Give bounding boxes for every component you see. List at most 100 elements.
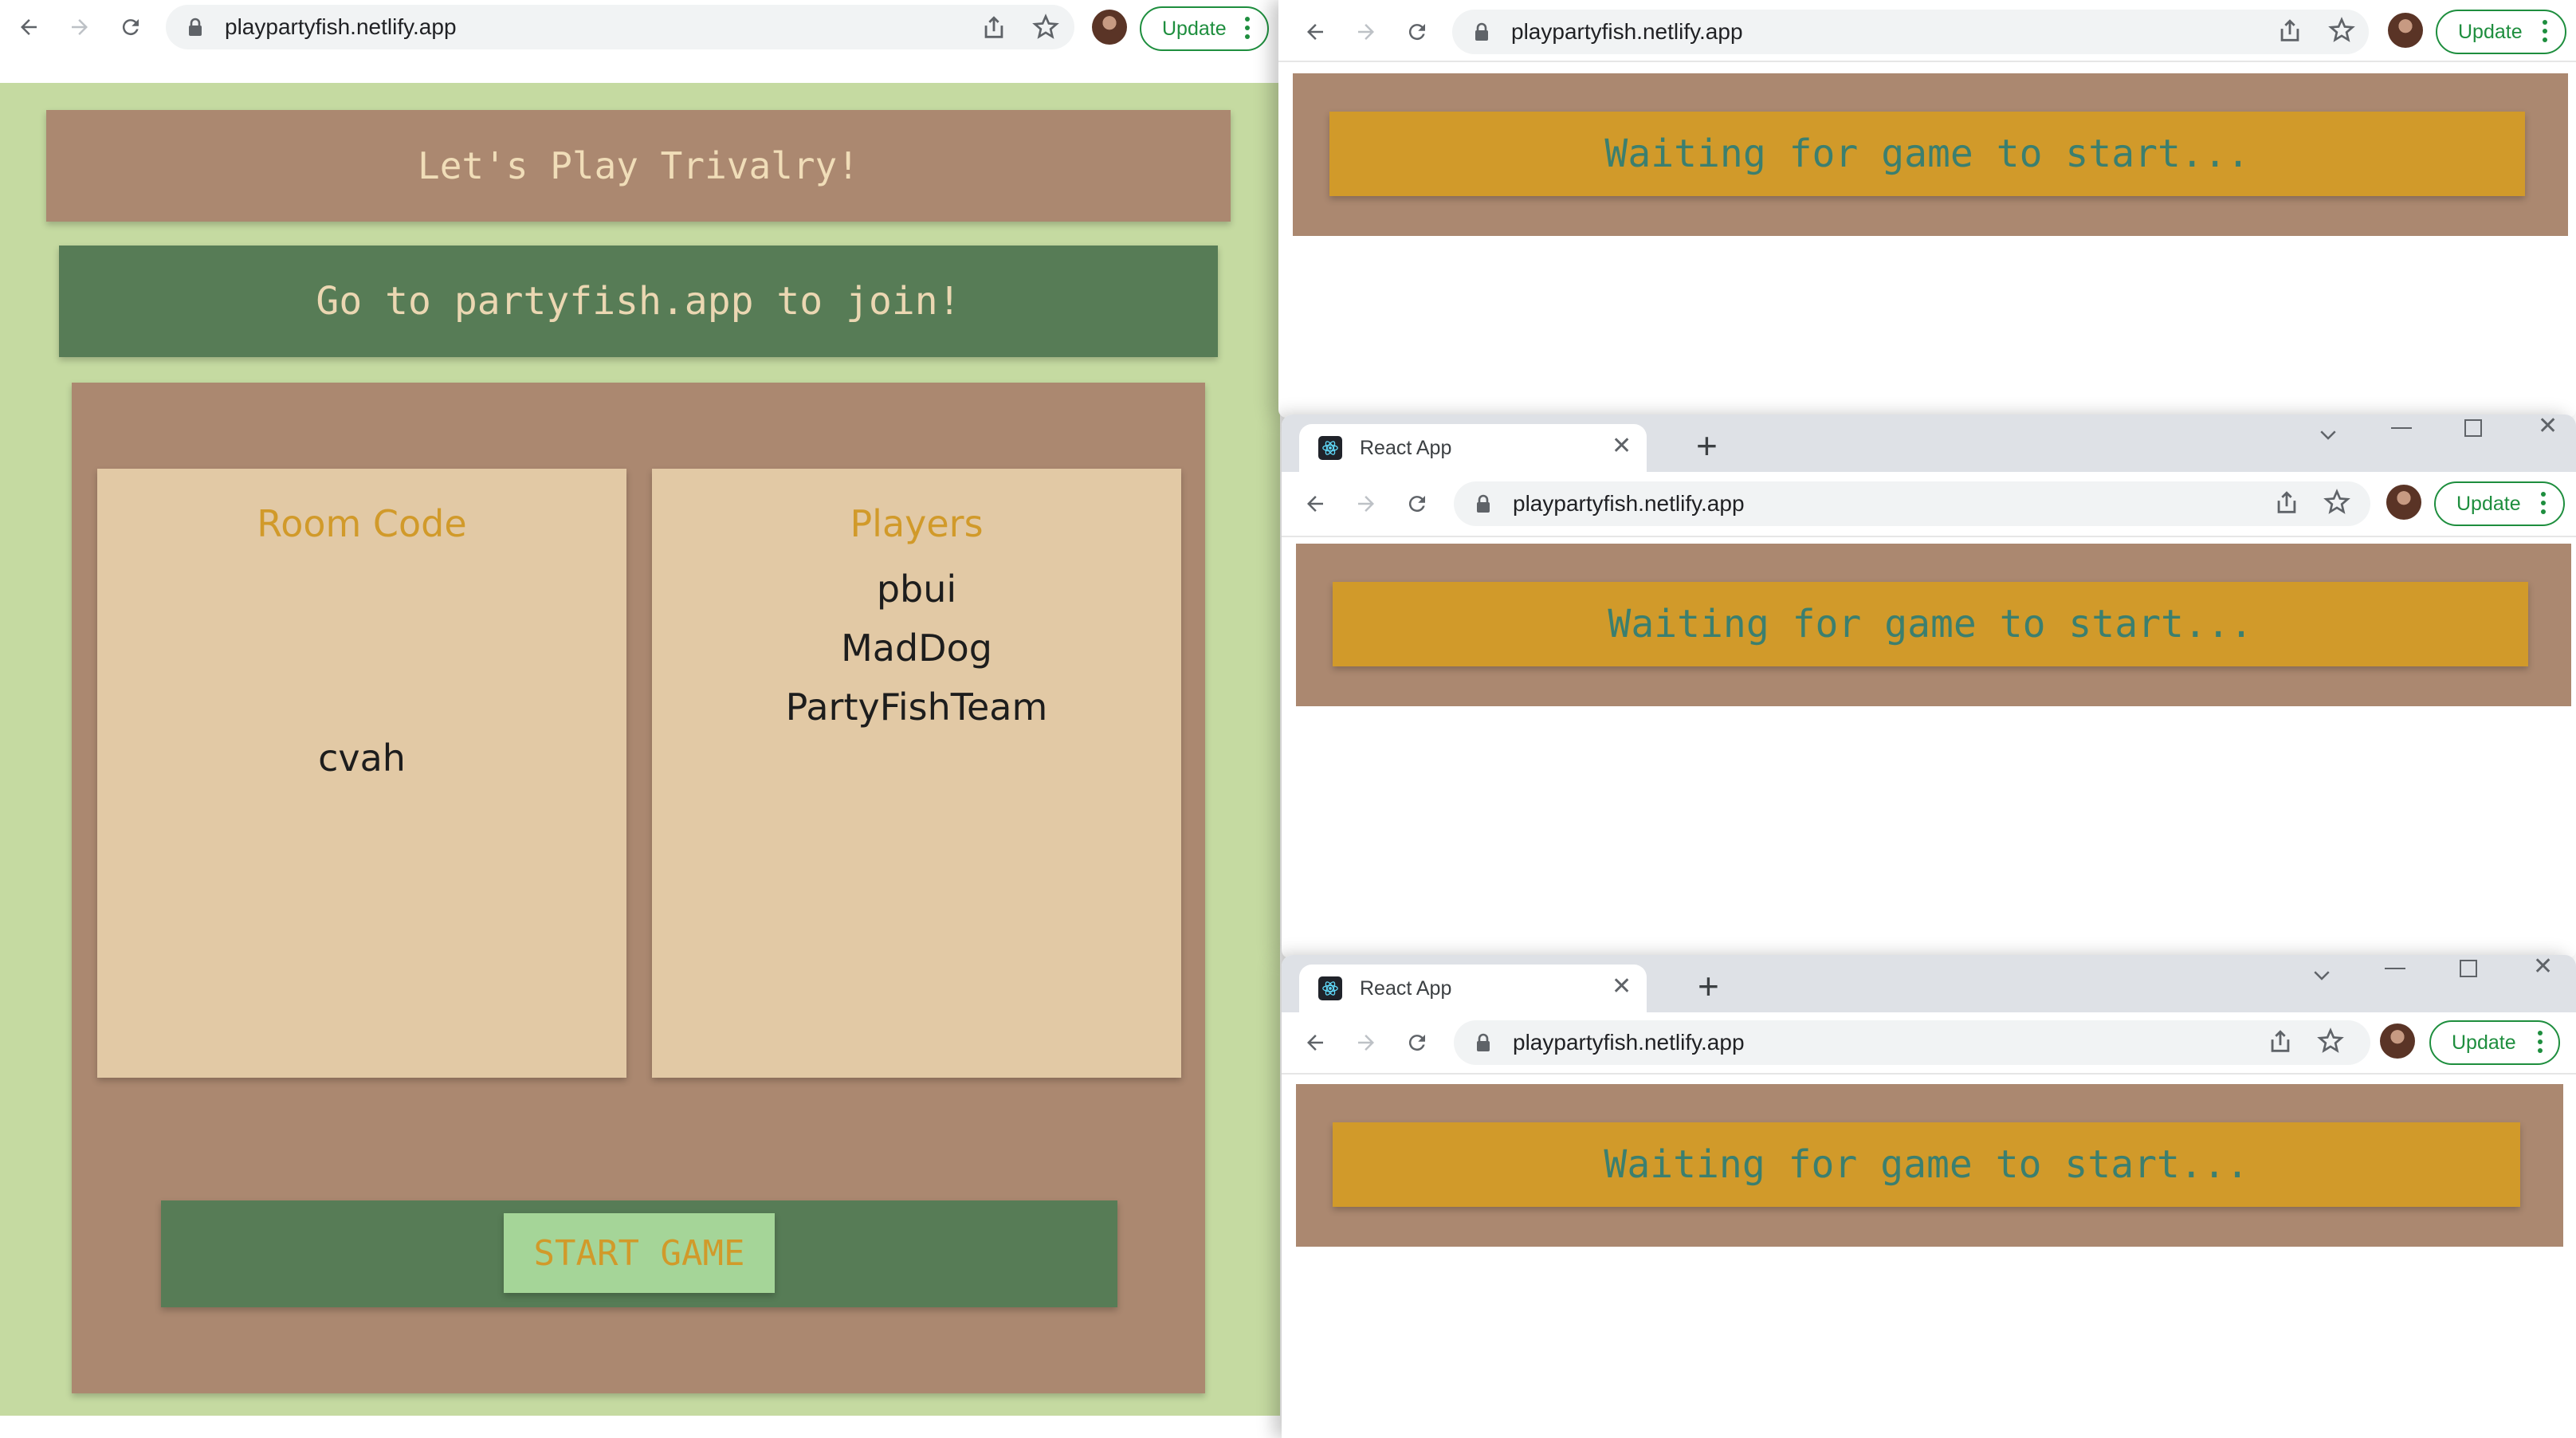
host-update-label: Update [1162,17,1227,40]
player-window-2: React App ✕ + ✕ playpartyfish.netlify.ap… [1282,415,2576,958]
lock-icon [189,18,202,36]
lock-icon [1477,494,1490,513]
start-game-bar: START GAME [161,1200,1117,1307]
chevron-down-icon[interactable] [2316,422,2340,446]
share-icon[interactable] [2267,1028,2294,1055]
maximize-icon[interactable] [2460,960,2477,977]
player1-toolbar: playpartyfish.netlify.app Update [1278,0,2576,62]
lock-icon [1477,1033,1490,1051]
player2-toolbar: playpartyfish.netlify.app Update [1282,472,2576,537]
forward-arrow-icon [1358,496,1374,512]
player3-tab-strip: React App ✕ + ✕ [1282,955,2576,1012]
player2-tab[interactable]: React App ✕ [1299,424,1647,472]
player3-menu-icon[interactable] [2538,1031,2543,1053]
star-icon[interactable] [2316,1027,2345,1055]
close-icon[interactable]: ✕ [1612,432,1632,460]
back-arrow-icon [1307,24,1323,40]
reload-icon [1408,24,1425,41]
room-code-value: cvah [318,737,406,780]
start-game-label: START GAME [533,1232,745,1274]
back-button[interactable] [1299,16,1331,48]
react-favicon-icon [1318,976,1342,1000]
player3-update-label: Update [2452,1031,2516,1054]
start-game-button[interactable]: START GAME [504,1213,775,1293]
forward-button[interactable] [1350,16,1382,48]
player1-profile-avatar[interactable] [2388,13,2423,48]
close-icon[interactable]: ✕ [2538,415,2558,438]
player2-waiting-card: Waiting for game to start... [1296,544,2571,706]
maximize-icon[interactable] [2464,419,2482,437]
host-menu-icon[interactable] [1245,17,1250,39]
back-arrow-icon [1307,1035,1323,1051]
forward-button[interactable] [64,11,96,43]
minimize-icon[interactable] [2385,968,2405,969]
host-address-bar[interactable]: playpartyfish.netlify.app [166,5,1074,49]
reload-button[interactable] [1401,1027,1433,1059]
room-code-heading: Room Code [257,502,467,545]
player1-address-bar[interactable]: playpartyfish.netlify.app [1452,10,2369,54]
share-icon[interactable] [980,14,1007,41]
player-window-1: playpartyfish.netlify.app Update Waiting… [1278,0,2576,418]
player3-waiting-text: Waiting for game to start... [1604,1142,2249,1187]
game-title: Let's Play Trivalry! [418,144,859,187]
player2-address-bar[interactable]: playpartyfish.netlify.app [1454,481,2370,526]
reload-button[interactable] [1401,16,1433,48]
player3-tab-title: React App [1360,976,1452,1000]
player2-profile-avatar[interactable] [2386,485,2421,520]
forward-button[interactable] [1350,1027,1382,1059]
reload-icon [1408,1035,1425,1051]
share-icon[interactable] [2276,18,2303,45]
reload-button[interactable] [1401,488,1433,520]
host-toolbar: playpartyfish.netlify.app Update [0,0,1280,57]
minimize-icon[interactable] [2391,427,2412,429]
player-window-3: React App ✕ + ✕ playpartyfish.netlify.ap… [1282,955,2576,1438]
join-banner-text: Go to partyfish.app to join! [316,279,961,324]
star-icon[interactable] [2323,488,2351,517]
close-icon[interactable]: ✕ [1612,972,1632,1000]
back-button[interactable] [1299,1027,1331,1059]
player3-profile-avatar[interactable] [2380,1023,2415,1059]
player2-url: playpartyfish.netlify.app [1513,491,1745,516]
player1-url: playpartyfish.netlify.app [1511,19,1743,44]
player2-waiting-text: Waiting for game to start... [1608,602,2253,646]
close-icon[interactable]: ✕ [2533,955,2553,979]
player3-tab[interactable]: React App ✕ [1299,965,1647,1012]
lock-icon [1475,22,1488,41]
plus-icon[interactable]: + [1696,427,1718,464]
player3-toolbar: playpartyfish.netlify.app Update [1282,1012,2576,1075]
back-button[interactable] [13,11,45,43]
player3-address-bar[interactable]: playpartyfish.netlify.app [1454,1020,2370,1065]
reload-button[interactable] [115,11,147,43]
player1-waiting-text: Waiting for game to start... [1604,132,2250,176]
player-name: MadDog [841,627,992,670]
player2-waiting-banner: Waiting for game to start... [1333,582,2528,666]
player2-tab-title: React App [1360,436,1452,459]
react-favicon-icon [1318,436,1342,460]
forward-arrow-icon [1358,24,1374,40]
chevron-down-icon[interactable] [2310,963,2334,987]
player-name: pbui [876,568,957,611]
back-button[interactable] [1299,488,1331,520]
player2-menu-icon[interactable] [2541,492,2546,514]
host-browser-window: playpartyfish.netlify.app Update Let's P… [0,0,1280,1438]
player1-update-label: Update [2458,20,2523,43]
plus-icon[interactable]: + [1698,968,1719,1004]
lobby-card: Room Code cvah Players pbui MadDog Party… [72,383,1205,1393]
player2-update-label: Update [2456,492,2521,515]
player3-url: playpartyfish.netlify.app [1513,1030,1745,1055]
reload-icon [1408,496,1425,513]
players-heading: Players [850,502,984,545]
player3-waiting-banner: Waiting for game to start... [1333,1122,2520,1207]
forward-arrow-icon [72,19,88,35]
game-title-bar: Let's Play Trivalry! [46,110,1231,222]
forward-button[interactable] [1350,488,1382,520]
star-icon[interactable] [1031,13,1060,41]
join-banner: Go to partyfish.app to join! [59,246,1218,357]
player3-waiting-card: Waiting for game to start... [1296,1084,2563,1247]
star-icon[interactable] [2327,16,2356,45]
forward-arrow-icon [1358,1035,1374,1051]
host-profile-avatar[interactable] [1092,10,1127,45]
player-name: PartyFishTeam [785,686,1048,729]
share-icon[interactable] [2273,489,2300,517]
player1-menu-icon[interactable] [2543,20,2547,42]
